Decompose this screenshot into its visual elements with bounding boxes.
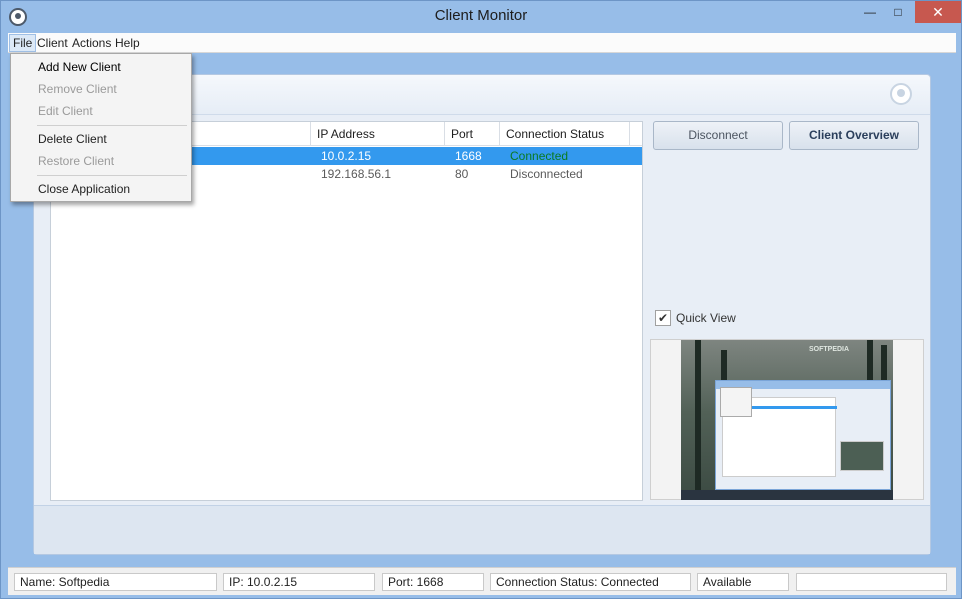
column-header-filler — [630, 122, 642, 146]
mini-preview — [840, 441, 884, 471]
menu-file[interactable]: File — [9, 34, 37, 52]
status-port: Port: 1668 — [382, 573, 484, 591]
disconnect-button[interactable]: Disconnect — [653, 121, 783, 150]
status-bar: Name: Softpedia IP: 10.0.2.15 Port: 1668… — [8, 567, 956, 595]
column-header-status[interactable]: Connection Status — [500, 122, 630, 146]
client-overview-button[interactable]: Client Overview — [789, 121, 919, 150]
maximize-button[interactable]: □ — [885, 1, 911, 23]
close-button[interactable]: ✕ — [915, 1, 961, 23]
quick-view-preview: SOFTPEDIA — [650, 339, 924, 500]
cell-status: Connected — [510, 149, 569, 163]
title-bar[interactable]: Client Monitor — □ ✕ — [1, 1, 961, 33]
status-extra — [796, 573, 947, 591]
mini-window — [715, 380, 891, 490]
status-ip: IP: 10.0.2.15 — [223, 573, 375, 591]
menu-actions[interactable]: Actions — [69, 35, 114, 51]
column-header-ip[interactable]: IP Address — [311, 122, 445, 146]
file-menu-dropdown: Add New Client Remove Client Edit Client… — [10, 53, 192, 202]
tree-shape — [695, 340, 701, 490]
status-availability: Available — [697, 573, 789, 591]
cell-ip: 10.0.2.15 — [321, 149, 372, 163]
mini-menu — [720, 387, 752, 417]
menu-item-close-application[interactable]: Close Application — [38, 182, 130, 196]
menu-item-edit-client: Edit Client — [38, 104, 93, 118]
menu-separator — [37, 125, 187, 126]
preview-watermark: SOFTPEDIA — [809, 346, 850, 353]
menu-item-add-new-client[interactable]: Add New Client — [38, 60, 121, 74]
menu-bar: File Client Actions Help — [8, 33, 956, 53]
menu-help[interactable]: Help — [112, 35, 143, 51]
desktop-screenshot-image: SOFTPEDIA — [681, 340, 893, 500]
mini-taskbar — [681, 490, 893, 500]
window-title: Client Monitor — [434, 7, 528, 24]
quick-view-checkbox[interactable]: ✔ — [655, 310, 671, 326]
cell-port: 1668 — [455, 149, 482, 163]
menu-separator — [37, 175, 187, 176]
panel-logo-icon — [890, 83, 912, 105]
status-name: Name: Softpedia — [14, 573, 217, 591]
cell-status: Disconnected — [510, 167, 583, 181]
client-monitor-window: Client Monitor — □ ✕ File Client Actions… — [0, 0, 962, 599]
menu-item-remove-client: Remove Client — [38, 82, 117, 96]
status-connection: Connection Status: Connected — [490, 573, 691, 591]
cell-port: 80 — [455, 167, 469, 181]
menu-client[interactable]: Client — [34, 35, 71, 51]
bottom-panel — [34, 505, 930, 554]
cell-ip: 192.168.56.1 — [321, 167, 392, 181]
menu-item-restore-client: Restore Client — [38, 154, 115, 168]
minimize-button[interactable]: — — [857, 1, 883, 23]
menu-item-delete-client[interactable]: Delete Client — [38, 132, 107, 146]
quick-view-label: Quick View — [676, 311, 736, 325]
column-header-port[interactable]: Port — [445, 122, 500, 146]
